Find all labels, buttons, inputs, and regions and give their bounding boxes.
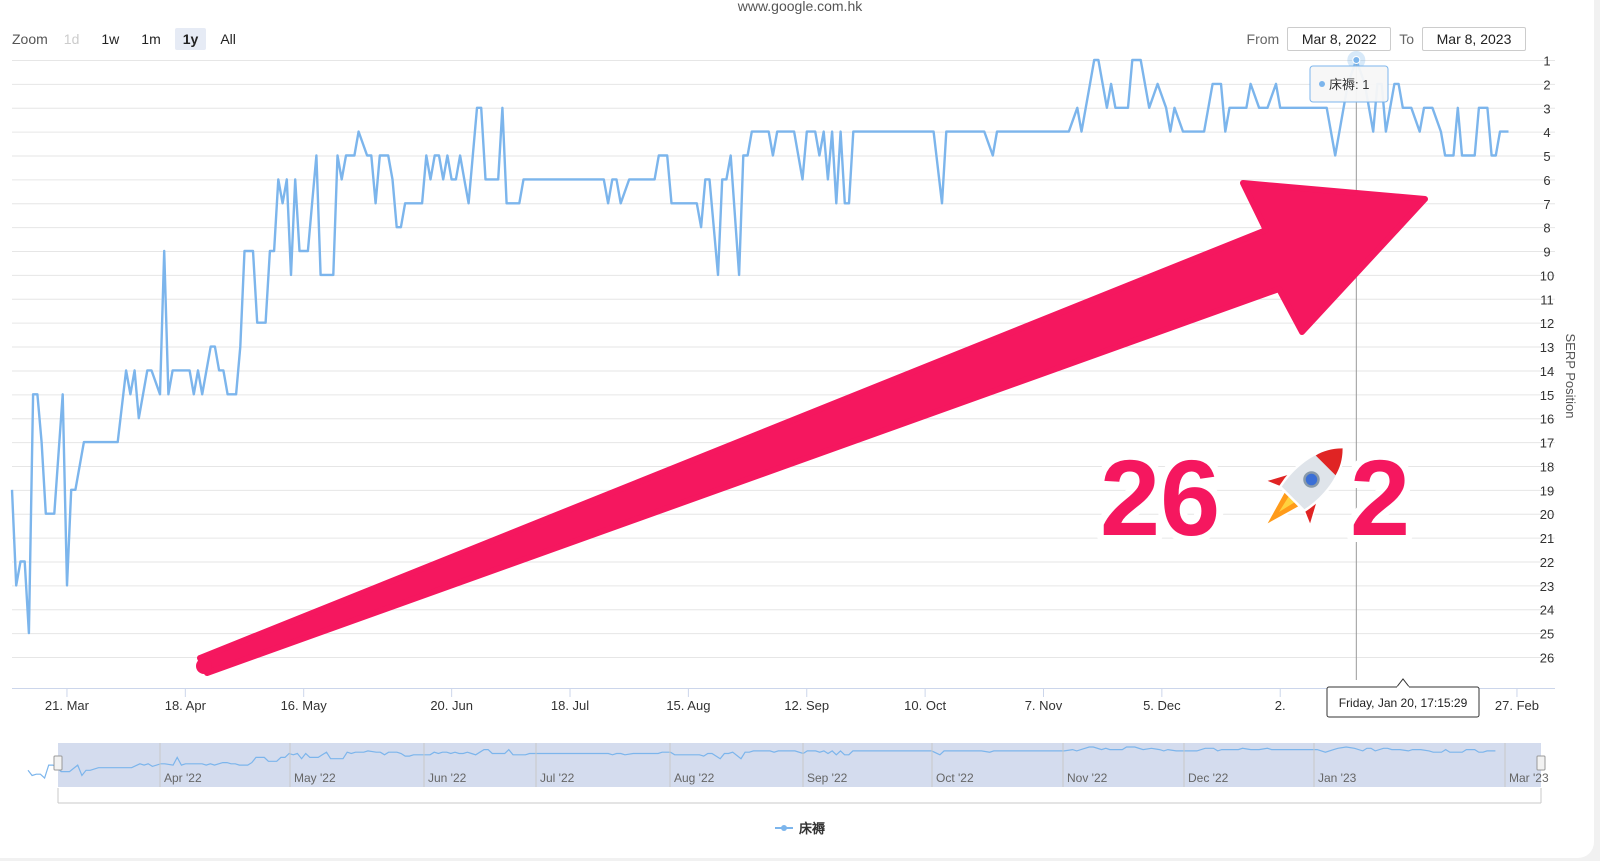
- navigator-label: Jan '23: [1318, 771, 1357, 785]
- y-tick-label: 12: [1540, 316, 1554, 331]
- trend-arrow-icon: [197, 180, 1428, 676]
- rocket-icon: [1262, 445, 1346, 529]
- overlay-number-left: 26: [1100, 437, 1220, 558]
- x-tick-label: 15. Aug: [666, 698, 710, 713]
- x-tick-label: 7. Nov: [1025, 698, 1063, 713]
- y-tick-label: 26: [1540, 651, 1554, 666]
- y-tick-label: 20: [1540, 507, 1554, 522]
- navigator-left-handle[interactable]: [53, 755, 63, 771]
- x-tick-label: 2.: [1275, 698, 1286, 713]
- serp-position-chart: 1234567891011121314151617181920212223242…: [10, 51, 1578, 804]
- y-axis-title: SERP Position: [1563, 333, 1578, 418]
- y-tick-label: 10: [1540, 268, 1554, 283]
- y-tick-label: 25: [1540, 627, 1554, 642]
- x-axis-ticks: 21. Mar 18. Apr 16. May 20. Jun 18. Jul 15. A…: [12, 688, 1555, 713]
- y-tick-label: 1: [1543, 54, 1550, 69]
- legend-label: 床褥: [798, 821, 825, 836]
- tooltip-date-text: Friday, Jan 20, 17:15:29: [1339, 696, 1468, 710]
- navigator-label: Mar '23: [1509, 771, 1549, 785]
- y-tick-label: 19: [1540, 483, 1554, 498]
- navigator-label: Aug '22: [674, 771, 715, 785]
- tooltip-series-text: 床褥: 1: [1329, 77, 1369, 92]
- y-tick-label: 21: [1540, 531, 1554, 546]
- x-tick-label: 5. Dec: [1143, 698, 1181, 713]
- trend-arrow-tail: [196, 658, 212, 674]
- navigator-label: Oct '22: [936, 771, 974, 785]
- x-tick-label: 12. Sep: [784, 698, 829, 713]
- legend-line-icon: [774, 824, 793, 831]
- x-tick-label: 18. Apr: [165, 698, 207, 713]
- y-tick-label: 18: [1540, 459, 1554, 474]
- y-tick-label: 14: [1540, 364, 1554, 379]
- hover-point[interactable]: [1352, 56, 1361, 64]
- y-tick-label: 24: [1540, 603, 1554, 618]
- navigator-label: Nov '22: [1067, 771, 1108, 785]
- y-tick-label: 23: [1540, 579, 1554, 594]
- series-layer: [10, 58, 1509, 635]
- navigator-label: Jun '22: [428, 771, 467, 785]
- x-tick-label: 10. Oct: [904, 698, 946, 713]
- y-tick-label: 4: [1543, 125, 1550, 140]
- navigator-label: May '22: [294, 771, 336, 785]
- y-tick-label: 6: [1543, 173, 1550, 188]
- y-tick-label: 2: [1543, 77, 1550, 92]
- x-tick-label: 20. Jun: [430, 698, 473, 713]
- y-tick-label: 17: [1540, 436, 1554, 451]
- y-axis-ticks: 1234567891011121314151617181920212223242…: [1540, 54, 1554, 666]
- navigator-right-handle[interactable]: [1536, 755, 1546, 771]
- y-tick-label: 16: [1540, 412, 1554, 427]
- navigator-label: Jul '22: [540, 771, 575, 785]
- chart-legend[interactable]: 床褥: [0, 818, 1600, 837]
- date-tooltip: Friday, Jan 20, 17:15:29: [1326, 678, 1480, 718]
- y-tick-label: 22: [1540, 555, 1554, 570]
- y-tick-label: 3: [1543, 101, 1550, 116]
- x-tick-label: 21. Mar: [45, 698, 90, 713]
- navigator[interactable]: Apr '22 May '22 Jun '22 Jul '22 Aug '22 Sep '…: [12, 743, 1557, 804]
- series-tooltip: 床褥: 1: [1309, 65, 1389, 103]
- y-tick-label: 8: [1543, 221, 1550, 236]
- grid-lines: [12, 60, 1555, 658]
- y-tick-label: 13: [1540, 340, 1554, 355]
- y-tick-label: 15: [1540, 388, 1554, 403]
- x-tick-label: 18. Jul: [551, 698, 589, 713]
- navigator-label: Sep '22: [807, 771, 848, 785]
- x-tick-label: 27. Feb: [1495, 698, 1539, 713]
- navigator-label: Dec '22: [1188, 771, 1229, 785]
- y-tick-label: 11: [1540, 292, 1554, 307]
- series-line-床褥: [10, 58, 1509, 635]
- y-tick-label: 9: [1543, 245, 1550, 260]
- y-tick-label: 7: [1543, 197, 1550, 212]
- x-tick-label: 16. May: [281, 698, 328, 713]
- navigator-label: Apr '22: [164, 771, 202, 785]
- overlay-number-right: 2: [1350, 437, 1410, 558]
- y-tick-label: 5: [1543, 149, 1550, 164]
